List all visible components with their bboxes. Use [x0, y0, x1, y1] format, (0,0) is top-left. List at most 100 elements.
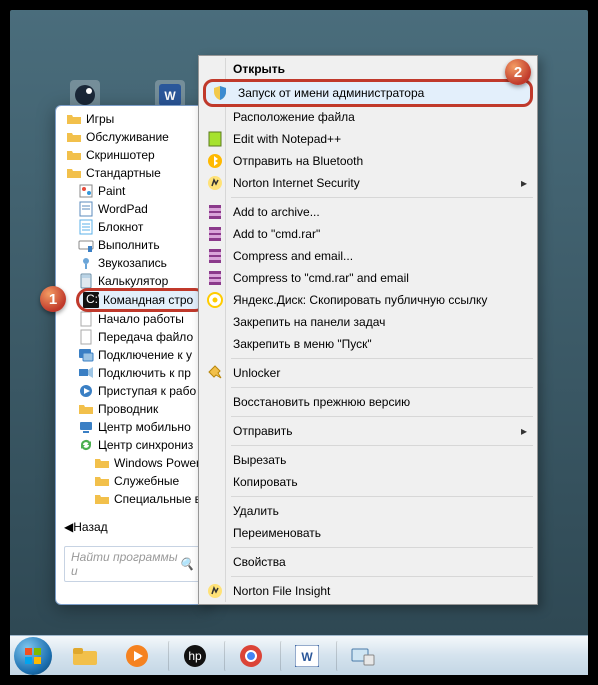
menu-item-5[interactable]: Norton Internet Security▸: [201, 172, 535, 194]
separator: [231, 358, 533, 359]
taskbar-devices[interactable]: [336, 640, 386, 672]
search-input[interactable]: Найти программы и 🔍: [64, 546, 201, 582]
menu-item-label: Копировать: [233, 475, 298, 489]
menu-item-0[interactable]: Открыть: [201, 58, 535, 80]
cmd-icon: C:\: [83, 292, 99, 308]
program-label: Подключить к пр: [98, 366, 191, 380]
program-item-cmd[interactable]: C:\ Командная стро: [76, 288, 207, 312]
menu-item-21[interactable]: Вырезать: [201, 449, 535, 471]
svg-text:W: W: [164, 89, 176, 103]
menu-item-label: Add to archive...: [233, 205, 320, 219]
program-item-start[interactable]: Приступая к рабо: [74, 382, 209, 400]
menu-item-10[interactable]: Compress to "cmd.rar" and email: [201, 267, 535, 289]
menu-item-17[interactable]: Восстановить прежнюю версию: [201, 391, 535, 413]
program-label: Блокнот: [98, 220, 143, 234]
taskbar-hp[interactable]: hp: [168, 640, 218, 672]
menu-item-label: Расположение файла: [233, 110, 355, 124]
program-label: Калькулятор: [98, 274, 168, 288]
menu-item-label: Unlocker: [233, 366, 280, 380]
unlocker-icon: [207, 365, 223, 381]
taskbar-word[interactable]: W: [280, 640, 330, 672]
program-label: Командная стро: [103, 293, 193, 307]
separator: [231, 416, 533, 417]
folder-3[interactable]: Стандартные: [62, 164, 209, 182]
subfolder-0[interactable]: Windows PowerSh: [90, 454, 209, 472]
program-item-wordpad[interactable]: WordPad: [74, 200, 209, 218]
program-item-file[interactable]: Передача файло: [74, 328, 209, 346]
submenu-arrow-icon: ▸: [521, 424, 527, 438]
svg-text:hp: hp: [188, 649, 202, 663]
program-item-sync[interactable]: Центр синхрониз: [74, 436, 209, 454]
menu-item-1[interactable]: Запуск от имени администратора: [203, 79, 533, 107]
taskbar-chrome[interactable]: [224, 640, 274, 672]
paint-icon: [78, 183, 94, 199]
program-item-mobility[interactable]: Центр мобильно: [74, 418, 209, 436]
back-icon: ◀: [64, 520, 73, 534]
folder-icon: [66, 147, 82, 163]
menu-item-4[interactable]: Отправить на Bluetooth: [201, 150, 535, 172]
taskbar-wmp[interactable]: [112, 640, 162, 672]
program-item-proj[interactable]: Подключить к пр: [74, 364, 209, 382]
menu-item-8[interactable]: Add to "cmd.rar": [201, 223, 535, 245]
program-item-paint[interactable]: Paint: [74, 182, 209, 200]
program-label: Проводник: [98, 402, 158, 416]
menu-item-label: Переименовать: [233, 526, 321, 540]
run-icon: [78, 237, 94, 253]
menu-item-9[interactable]: Compress and email...: [201, 245, 535, 267]
taskbar: hp W: [10, 635, 588, 675]
taskbar-explorer[interactable]: [60, 640, 110, 672]
wordpad-icon: [78, 201, 94, 217]
folder-icon: [94, 491, 110, 507]
menu-item-19[interactable]: Отправить▸: [201, 420, 535, 442]
search-icon: 🔍: [179, 557, 194, 571]
menu-item-7[interactable]: Add to archive...: [201, 201, 535, 223]
folder-label: Стандартные: [86, 166, 161, 180]
program-item-recorder[interactable]: Звукозапись: [74, 254, 209, 272]
back-button[interactable]: ◀ Назад: [56, 516, 209, 538]
folder-2[interactable]: Скриншотер: [62, 146, 209, 164]
separator: [231, 576, 533, 577]
proj-icon: [78, 365, 94, 381]
svg-text:W: W: [301, 650, 313, 664]
program-label: Выполнить: [98, 238, 160, 252]
program-item-explorer[interactable]: Проводник: [74, 400, 209, 418]
menu-item-25[interactable]: Переименовать: [201, 522, 535, 544]
program-item-notepad[interactable]: Блокнот: [74, 218, 209, 236]
separator: [231, 547, 533, 548]
word-icon: W: [295, 645, 319, 667]
menu-item-label: Вырезать: [233, 453, 286, 467]
menu-item-24[interactable]: Удалить: [201, 500, 535, 522]
menu-item-label: Compress and email...: [233, 249, 353, 263]
menu-item-27[interactable]: Свойства: [201, 551, 535, 573]
menu-item-3[interactable]: Edit with Notepad++: [201, 128, 535, 150]
menu-item-label: Яндекс.Диск: Скопировать публичную ссылк…: [233, 293, 487, 307]
separator: [231, 445, 533, 446]
program-item-run[interactable]: Выполнить: [74, 236, 209, 254]
folder-icon: [66, 165, 82, 181]
folder-1[interactable]: Обслуживание: [62, 128, 209, 146]
start-button[interactable]: [14, 637, 52, 675]
subfolder-1[interactable]: Служебные: [90, 472, 209, 490]
program-label: Звукозапись: [98, 256, 167, 270]
rdp-icon: [78, 347, 94, 363]
program-item-file[interactable]: Начало работы: [74, 310, 209, 328]
menu-item-13[interactable]: Закрепить в меню "Пуск": [201, 333, 535, 355]
menu-item-label: Свойства: [233, 555, 286, 569]
context-menu: Открыть Запуск от имени администратора Рас…: [198, 55, 538, 605]
folder-label: Игры: [86, 112, 114, 126]
program-item-rdp[interactable]: Подключение к у: [74, 346, 209, 364]
program-label: WordPad: [98, 202, 148, 216]
calc-icon: [78, 273, 94, 289]
menu-item-label: Запуск от имени администратора: [238, 86, 424, 100]
rar-icon: [207, 270, 223, 286]
menu-item-2[interactable]: Расположение файла: [201, 106, 535, 128]
folder-0[interactable]: Игры: [62, 110, 209, 128]
menu-item-15[interactable]: Unlocker: [201, 362, 535, 384]
menu-item-11[interactable]: Яндекс.Диск: Скопировать публичную ссылк…: [201, 289, 535, 311]
annotation-badge-2: 2: [505, 59, 531, 85]
subfolder-2[interactable]: Специальные во: [90, 490, 209, 508]
menu-item-29[interactable]: Norton File Insight: [201, 580, 535, 602]
rar-icon: [207, 226, 223, 242]
menu-item-12[interactable]: Закрепить на панели задач: [201, 311, 535, 333]
menu-item-22[interactable]: Копировать: [201, 471, 535, 493]
